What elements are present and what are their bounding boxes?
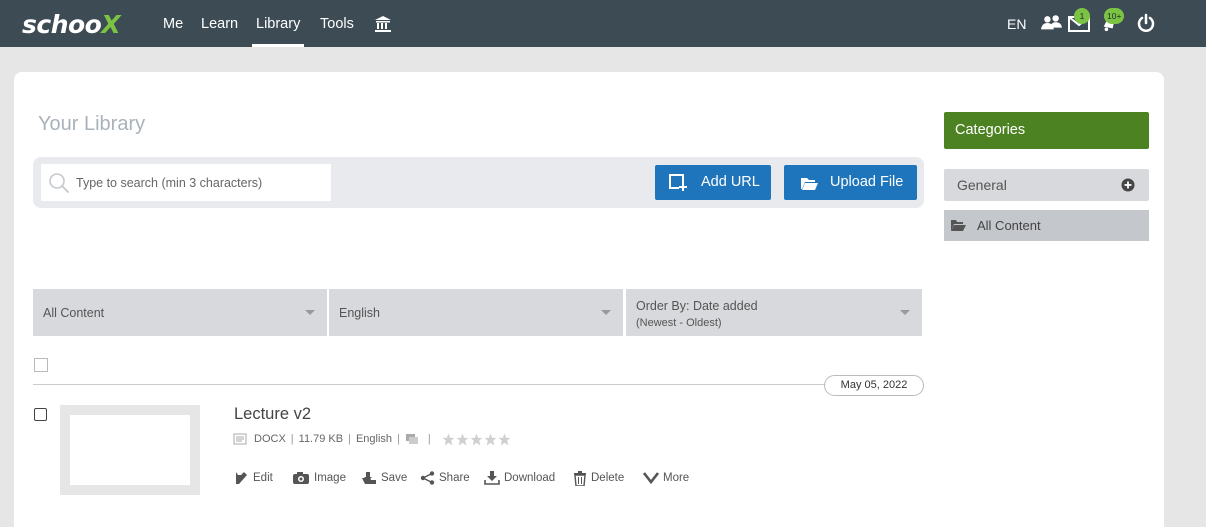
nav-link-tools[interactable]: Tools — [320, 0, 354, 47]
share-button[interactable]: Share — [420, 468, 470, 488]
trash-icon — [574, 470, 586, 486]
star-icon[interactable] — [442, 433, 455, 446]
add-url-icon — [669, 174, 687, 191]
content-filter-select[interactable]: All Content — [33, 289, 327, 336]
select-all-checkbox[interactable] — [34, 358, 48, 372]
museum-icon[interactable] — [374, 15, 392, 33]
item-title[interactable]: Lecture v2 — [234, 405, 311, 424]
save-tray-icon — [362, 472, 376, 484]
page-title: Your Library — [38, 113, 146, 135]
comments-icon[interactable] — [405, 433, 419, 445]
order-by-select[interactable]: Order By: Date added (Newest - Oldest) — [626, 289, 922, 336]
search-icon — [49, 173, 69, 193]
notifications-button[interactable]: 10+ — [1101, 8, 1125, 34]
delete-button[interactable]: Delete — [573, 468, 624, 488]
category-general[interactable]: General — [944, 169, 1149, 201]
item-checkbox[interactable] — [34, 408, 47, 421]
download-button[interactable]: Download — [484, 468, 555, 488]
nav-link-me[interactable]: Me — [163, 0, 183, 47]
schoox-logo[interactable]: schooX — [22, 8, 121, 42]
document-icon — [233, 433, 247, 445]
chevron-down-icon — [601, 310, 611, 315]
item-thumbnail-placeholder — [70, 415, 190, 485]
search-input[interactable] — [76, 169, 326, 196]
pencil-icon — [236, 472, 247, 484]
item-size: 11.79 KB — [298, 433, 344, 445]
nav-link-library[interactable]: Library — [251, 0, 305, 47]
power-icon[interactable] — [1136, 13, 1156, 33]
star-icon[interactable] — [470, 433, 483, 446]
category-all-content[interactable]: All Content — [944, 210, 1149, 241]
folder-open-icon — [801, 178, 818, 190]
language-filter-select[interactable]: English — [329, 289, 623, 336]
messages-badge: 1 — [1074, 8, 1090, 24]
language-selector[interactable]: EN — [1007, 0, 1026, 49]
notifications-badge: 10+ — [1104, 8, 1125, 24]
date-divider — [33, 384, 924, 385]
camera-icon — [293, 472, 309, 484]
nav-link-learn[interactable]: Learn — [201, 0, 238, 47]
chevron-down-icon — [643, 472, 659, 484]
add-category-icon[interactable] — [1121, 178, 1135, 192]
rating-stars[interactable] — [442, 433, 512, 446]
folder-icon — [951, 220, 966, 231]
categories-header: Categories — [944, 112, 1149, 149]
upload-file-button[interactable]: Upload File — [784, 165, 917, 200]
chevron-down-icon — [900, 310, 910, 315]
item-meta: DOCX | 11.79 KB | English | | — [233, 431, 512, 447]
save-button[interactable]: Save — [361, 468, 407, 488]
more-button[interactable]: More — [643, 468, 689, 488]
top-navigation-bar: schooX Me Learn Library Tools EN 1 10+ — [0, 0, 1206, 47]
star-icon[interactable] — [484, 433, 497, 446]
star-icon[interactable] — [498, 433, 511, 446]
date-group-label: May 05, 2022 — [824, 375, 924, 396]
add-url-button[interactable]: Add URL — [655, 165, 771, 200]
star-icon[interactable] — [456, 433, 469, 446]
image-button[interactable]: Image — [292, 468, 346, 488]
groups-icon[interactable] — [1041, 13, 1063, 33]
item-type: DOCX — [254, 433, 286, 445]
messages-button[interactable]: 1 — [1068, 8, 1090, 34]
download-icon — [484, 471, 500, 485]
edit-button[interactable]: Edit — [235, 468, 273, 488]
share-icon — [420, 471, 435, 485]
item-language: English — [355, 433, 393, 445]
chevron-down-icon — [305, 310, 315, 315]
